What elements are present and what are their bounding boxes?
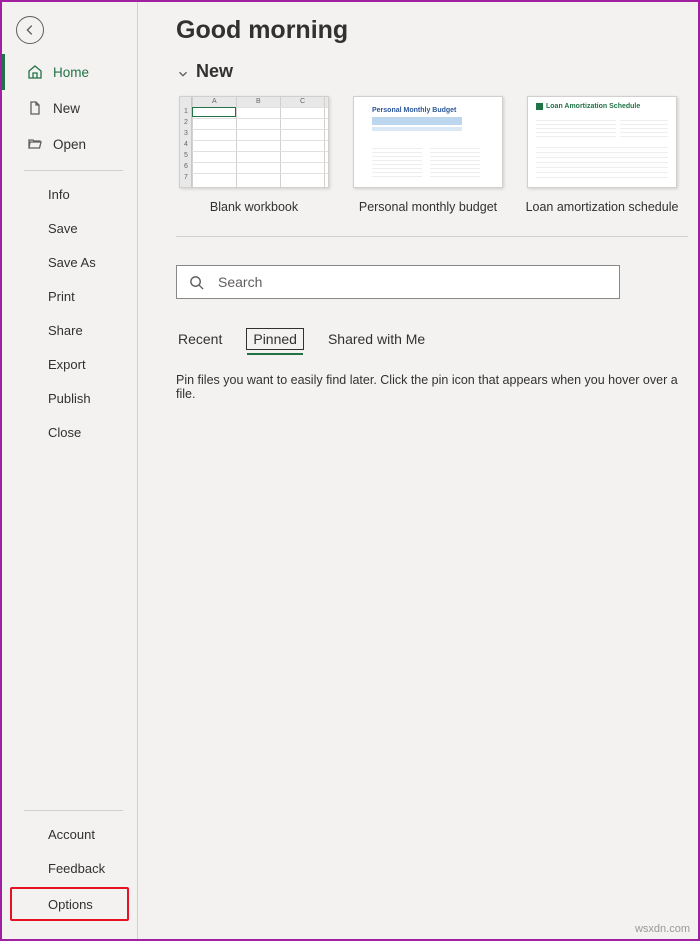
- template-label: Personal monthly budget: [359, 200, 497, 214]
- nav-label: New: [53, 101, 80, 116]
- chevron-down-icon: [176, 65, 190, 79]
- pinned-hint: Pin files you want to easily find later.…: [176, 373, 688, 401]
- nav-label: Home: [53, 65, 89, 80]
- nav-open[interactable]: Open: [2, 126, 137, 162]
- file-icon: [27, 100, 43, 116]
- new-section-title: New: [196, 61, 233, 82]
- main-area: Good morning New ABC 1234567 Blank workb…: [138, 2, 698, 939]
- back-button[interactable]: [16, 16, 44, 44]
- nav-save[interactable]: Save: [2, 211, 137, 245]
- divider: [24, 170, 123, 171]
- nav-feedback[interactable]: Feedback: [2, 851, 137, 885]
- nav-account[interactable]: Account: [2, 817, 137, 851]
- options-highlight: Options: [10, 887, 129, 921]
- divider: [24, 810, 123, 811]
- template-label: Loan amortization schedule: [526, 200, 679, 214]
- search-icon: [189, 275, 204, 290]
- sidebar: Home New Open Info Save Save As Print Sh…: [2, 2, 138, 939]
- backstage-view: Home New Open Info Save Save As Print Sh…: [2, 2, 698, 939]
- template-thumbnail: Personal Monthly Budget: [353, 96, 503, 188]
- template-personal-budget[interactable]: Personal Monthly Budget Personal monthly…: [350, 96, 506, 214]
- nav-close[interactable]: Close: [2, 415, 137, 449]
- templates-row: ABC 1234567 Blank workbook Personal Mont…: [176, 96, 688, 237]
- tab-pinned[interactable]: Pinned: [246, 328, 304, 350]
- template-thumbnail: ABC 1234567: [179, 96, 329, 188]
- nav-options[interactable]: Options: [12, 889, 127, 919]
- back-arrow-icon: [23, 23, 37, 37]
- search-box[interactable]: [176, 265, 620, 299]
- new-section-header[interactable]: New: [176, 61, 688, 82]
- sidebar-bottom: Account Feedback Options: [2, 802, 137, 939]
- search-input[interactable]: [218, 274, 607, 290]
- nav-label: Open: [53, 137, 86, 152]
- nav-export[interactable]: Export: [2, 347, 137, 381]
- nav-home[interactable]: Home: [2, 54, 137, 90]
- template-thumbnail: Loan Amortization Schedule: [527, 96, 677, 188]
- page-title: Good morning: [176, 16, 688, 45]
- template-label: Blank workbook: [210, 200, 298, 214]
- home-icon: [27, 64, 43, 80]
- watermark: wsxdn.com: [635, 923, 690, 935]
- tab-shared[interactable]: Shared with Me: [326, 327, 427, 351]
- tab-recent[interactable]: Recent: [176, 327, 224, 351]
- recent-tabs: Recent Pinned Shared with Me: [176, 327, 688, 351]
- folder-open-icon: [27, 136, 43, 152]
- nav-print[interactable]: Print: [2, 279, 137, 313]
- nav-save-as[interactable]: Save As: [2, 245, 137, 279]
- template-blank-workbook[interactable]: ABC 1234567 Blank workbook: [176, 96, 332, 214]
- nav-new[interactable]: New: [2, 90, 137, 126]
- nav-info[interactable]: Info: [2, 177, 137, 211]
- template-loan-amortization[interactable]: Loan Amortization Schedule Loan amortiza…: [524, 96, 680, 214]
- nav-publish[interactable]: Publish: [2, 381, 137, 415]
- nav-share[interactable]: Share: [2, 313, 137, 347]
